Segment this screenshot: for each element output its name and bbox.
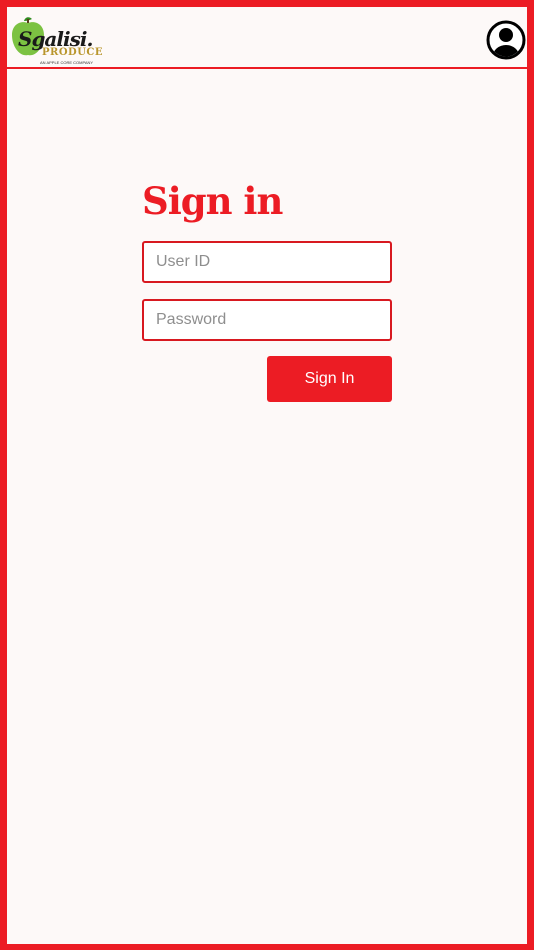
user-id-field[interactable]: [142, 241, 392, 283]
header: Sgalisi. PRODUCE AN APPLE CORE COMPANY: [7, 7, 527, 69]
page-title: Sign in: [142, 179, 283, 223]
brand-subtitle: PRODUCE: [42, 47, 104, 58]
brand-logo[interactable]: Sgalisi. PRODUCE AN APPLE CORE COMPANY: [10, 15, 103, 65]
sign-in-button[interactable]: Sign In: [267, 356, 392, 402]
user-circle-icon: [486, 20, 526, 60]
brand-tagline: AN APPLE CORE COMPANY: [40, 60, 94, 65]
password-field[interactable]: [142, 299, 392, 341]
profile-button[interactable]: [486, 20, 526, 60]
app-frame: Sgalisi. PRODUCE AN APPLE CORE COMPANY S…: [7, 7, 527, 944]
